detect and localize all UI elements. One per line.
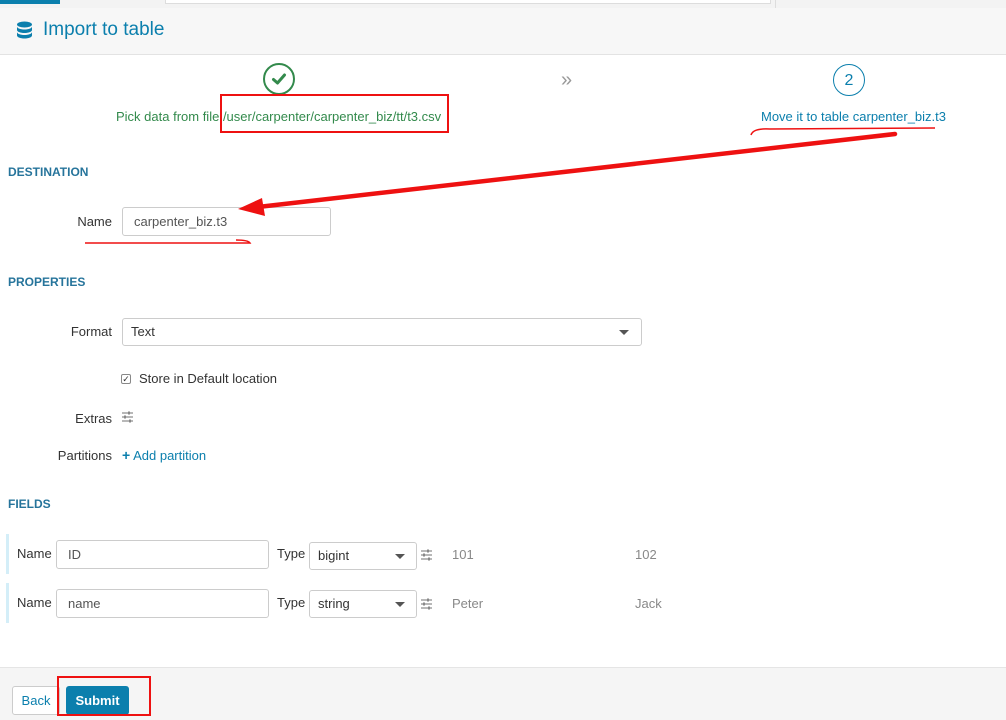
annotation-underline-step2	[750, 127, 936, 136]
annotation-overlay	[85, 127, 936, 244]
annotation-arrow-shaft	[255, 131, 898, 210]
annotation-arrow-head	[238, 198, 265, 216]
annotation-underline-name	[85, 239, 252, 244]
